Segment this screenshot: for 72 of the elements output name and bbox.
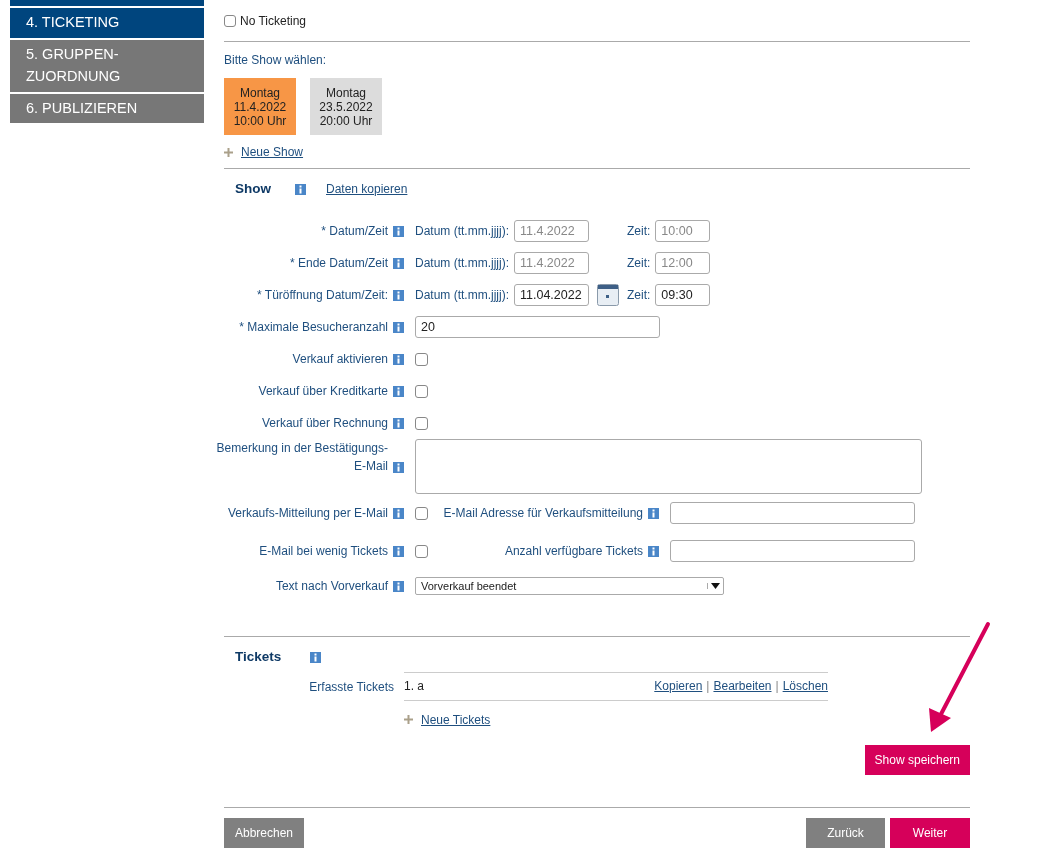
- section-title: Tickets: [235, 648, 283, 667]
- new-show-link[interactable]: Neue Show: [241, 143, 304, 161]
- date-label: Datum (tt.mm.jjjj):: [415, 255, 509, 273]
- checkbox[interactable]: [415, 416, 428, 430]
- info-icon[interactable]: [393, 507, 404, 519]
- show-card[interactable]: Montag 23.5.2022 20:00 Uhr: [310, 78, 382, 135]
- checkbox[interactable]: [415, 384, 428, 398]
- checkbox[interactable]: [415, 352, 428, 366]
- section-title: Show: [235, 180, 272, 198]
- info-icon[interactable]: [393, 289, 404, 301]
- checkbox[interactable]: [415, 544, 428, 558]
- time-label: Zeit:: [627, 255, 651, 273]
- section-label: Bitte Show wählen:: [224, 52, 328, 69]
- input-field[interactable]: [670, 540, 915, 563]
- action-link[interactable]: Kopieren: [654, 677, 703, 695]
- date-label: Datum (tt.mm.jjjj):: [415, 287, 509, 305]
- show-card[interactable]: Montag 11.4.2022 10:00 Uhr: [224, 78, 296, 135]
- field-label: Verkaufs-Mitteilung per E-Mail: [226, 505, 388, 523]
- info-icon[interactable]: [393, 385, 404, 397]
- checkbox[interactable]: [224, 15, 236, 27]
- save-show-button[interactable]: Show speichern: [864, 744, 970, 775]
- input-field[interactable]: [670, 502, 915, 525]
- caret-icon: [711, 583, 720, 590]
- info-icon[interactable]: [295, 183, 306, 195]
- field-label: * Maximale Besucheranzahl: [238, 319, 388, 337]
- field-label: E-Mail Adresse für Verkaufsmitteilung: [442, 505, 643, 523]
- nav-button[interactable]: Abbrechen: [224, 817, 305, 848]
- sidebar-item[interactable]: 6. PUBLIZIEREN: [10, 93, 204, 123]
- field-label: Verkauf aktivieren: [291, 351, 388, 369]
- textarea-field[interactable]: [415, 439, 922, 495]
- field-label: Verkauf über Kreditkarte: [257, 383, 388, 401]
- action-link[interactable]: Löschen: [782, 677, 828, 695]
- sidebar-item[interactable]: 4. TICKETING: [10, 8, 204, 38]
- input-field[interactable]: 20: [415, 316, 660, 339]
- info-icon[interactable]: [393, 321, 404, 333]
- time-label: Zeit:: [627, 223, 651, 241]
- field-label: E-Mail bei wenig Tickets: [258, 543, 388, 561]
- select-field[interactable]: Vorverkauf beendet: [415, 577, 724, 596]
- field-label: * Ende Datum/Zeit: [288, 255, 388, 273]
- field-label: Erfasste Tickets: [308, 678, 395, 696]
- separator: |: [706, 678, 710, 695]
- checkbox[interactable]: [415, 506, 428, 520]
- info-icon[interactable]: [393, 545, 404, 557]
- info-icon[interactable]: [310, 651, 321, 663]
- sidebar-item[interactable]: 5. GRUPPEN- ZUORDNUNG: [10, 39, 204, 92]
- info-icon[interactable]: [393, 462, 404, 474]
- nav-button[interactable]: Zurück: [806, 817, 885, 848]
- info-icon[interactable]: [393, 580, 404, 592]
- info-icon[interactable]: [393, 353, 404, 365]
- plus-icon: [404, 715, 413, 724]
- date-label: Datum (tt.mm.jjjj):: [415, 223, 509, 241]
- info-icon[interactable]: [648, 545, 659, 557]
- info-icon[interactable]: [393, 417, 404, 429]
- field-label: Anzahl verfügbare Tickets: [503, 543, 643, 561]
- new-tickets-link[interactable]: Neue Tickets: [421, 710, 491, 729]
- field-label: * Türöffnung Datum/Zeit:: [256, 287, 388, 305]
- date-field[interactable]: 11.04.2022: [514, 284, 589, 307]
- calendar-icon[interactable]: [597, 284, 619, 307]
- info-icon[interactable]: [648, 507, 659, 519]
- field-label: Verkauf über Rechnung: [260, 415, 388, 433]
- field-label: Text nach Vorverkauf: [274, 578, 388, 596]
- action-link[interactable]: Bearbeiten: [713, 677, 772, 695]
- plus-icon: [224, 147, 233, 157]
- time-field[interactable]: 09:30: [655, 284, 711, 307]
- field-label: * Datum/Zeit: [320, 223, 388, 241]
- ticket-name: 1. a: [404, 678, 424, 695]
- copy-data-link[interactable]: Daten kopieren: [326, 180, 408, 199]
- checkbox-label: No Ticketing: [240, 13, 307, 30]
- separator: |: [775, 678, 779, 695]
- time-label: Zeit:: [627, 287, 651, 305]
- field-label: Bemerkung in der Bestätigungs-E-Mail: [215, 440, 388, 476]
- next-button[interactable]: Weiter: [890, 817, 970, 848]
